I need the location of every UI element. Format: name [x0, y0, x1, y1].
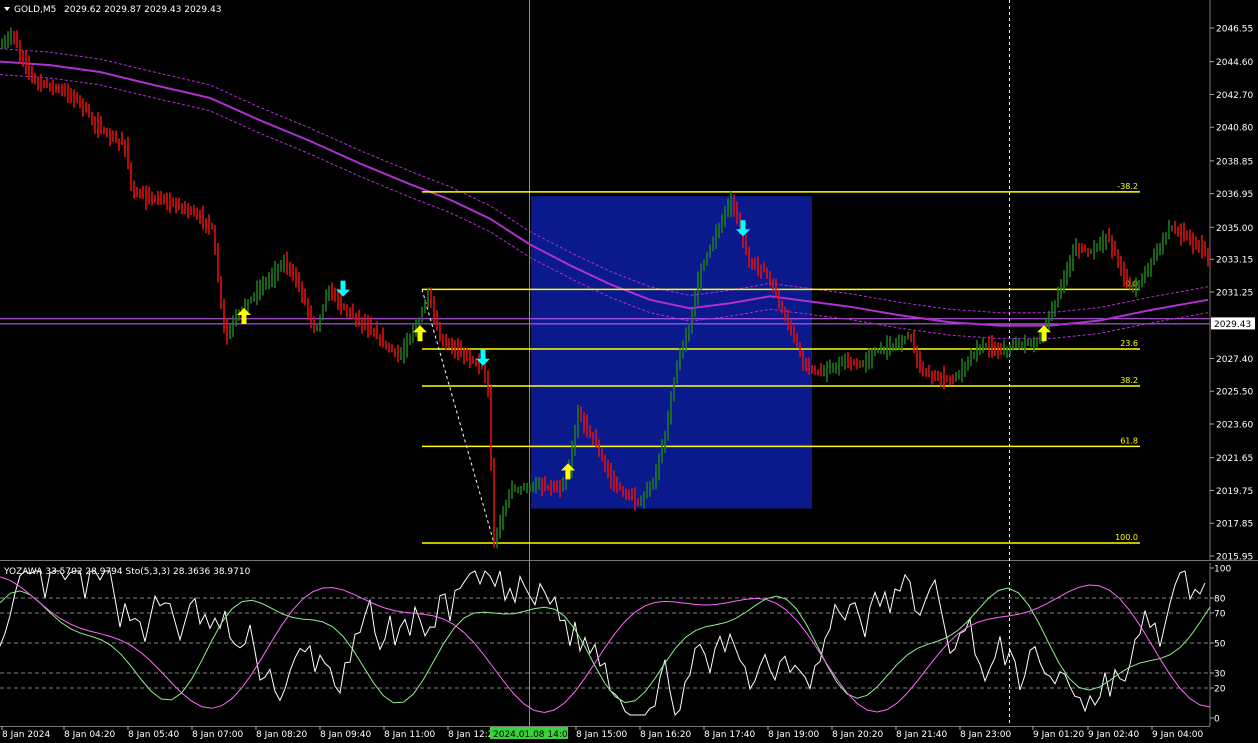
price-label: 2040.80 — [1216, 124, 1253, 134]
time-label: 8 Jan 05:40 — [128, 730, 180, 740]
price-label: 2027.40 — [1216, 355, 1253, 365]
price-label: 2033.15 — [1216, 256, 1253, 266]
highlight-box — [531, 196, 812, 509]
price-label: 2042.70 — [1216, 91, 1253, 101]
fib-level-label: 38.2 — [1120, 376, 1138, 385]
osc-axis-label: 100 — [1214, 565, 1231, 575]
ohlc-label: 2029.62 2029.87 2029.43 2029.43 — [64, 5, 221, 15]
time-highlight-label: 2024.01.08 14:00 — [493, 730, 574, 740]
price-label: 2025.50 — [1216, 388, 1253, 398]
fib-level-label: 100.0 — [1115, 533, 1138, 542]
time-label: 8 Jan 08:20 — [256, 730, 308, 740]
time-label: 8 Jan 20:20 — [832, 730, 884, 740]
price-label: 2015.95 — [1216, 553, 1253, 563]
time-label: 8 Jan 04:20 — [64, 730, 116, 740]
time-label: 8 Jan 21:40 — [896, 730, 948, 740]
price-label: 2038.85 — [1216, 157, 1253, 167]
fib-level-label: -38.2 — [1117, 182, 1138, 191]
price-label: 2017.85 — [1216, 520, 1253, 530]
time-label: 8 Jan 19:00 — [768, 730, 820, 740]
osc-axis-label: 70 — [1214, 610, 1226, 620]
symbol-label: GOLD,M5 — [14, 5, 56, 15]
indicator-label: YOZAWA 33.5702 28.9794 Sto(5,3,3) 28.363… — [3, 567, 251, 577]
price-label: 2046.55 — [1216, 25, 1253, 35]
price-label: 2021.65 — [1216, 454, 1253, 464]
osc-axis-label: 80 — [1214, 595, 1226, 605]
price-label: 2036.95 — [1216, 190, 1253, 200]
fib-level-label: 23.6 — [1120, 339, 1138, 348]
time-label: 8 Jan 15:00 — [576, 730, 628, 740]
time-label: 9 Jan 01:20 — [1033, 730, 1085, 740]
fib-level-label: 61.8 — [1120, 436, 1138, 445]
osc-axis-label: 50 — [1214, 640, 1226, 650]
time-label: 8 Jan 16:20 — [640, 730, 692, 740]
time-label: 8 Jan 07:00 — [192, 730, 244, 740]
price-label: 2023.60 — [1216, 421, 1253, 431]
time-label: 8 Jan 17:40 — [704, 730, 756, 740]
price-label: 2044.60 — [1216, 58, 1253, 68]
blue-range-box — [531, 196, 812, 509]
osc-axis-label: 20 — [1214, 685, 1226, 695]
price-label: 2035.00 — [1216, 224, 1253, 234]
price-label: 2031.25 — [1216, 289, 1253, 299]
time-label: 9 Jan 04:00 — [1152, 730, 1204, 740]
time-label: 8 Jan 23:00 — [960, 730, 1012, 740]
time-label: 8 Jan 09:40 — [320, 730, 372, 740]
osc-axis-label: 0 — [1214, 715, 1220, 725]
time-label: 8 Jan 2024 — [2, 730, 50, 740]
price-label: 2019.75 — [1216, 487, 1253, 497]
price-chart[interactable]: -38.20.023.638.261.8100.0 2046.552044.60… — [0, 0, 1258, 743]
time-label: 9 Jan 02:40 — [1088, 730, 1140, 740]
current-price-label: 2029.43 — [1214, 320, 1251, 330]
time-label: 8 Jan 11:00 — [384, 730, 436, 740]
osc-axis-label: 30 — [1214, 670, 1226, 680]
